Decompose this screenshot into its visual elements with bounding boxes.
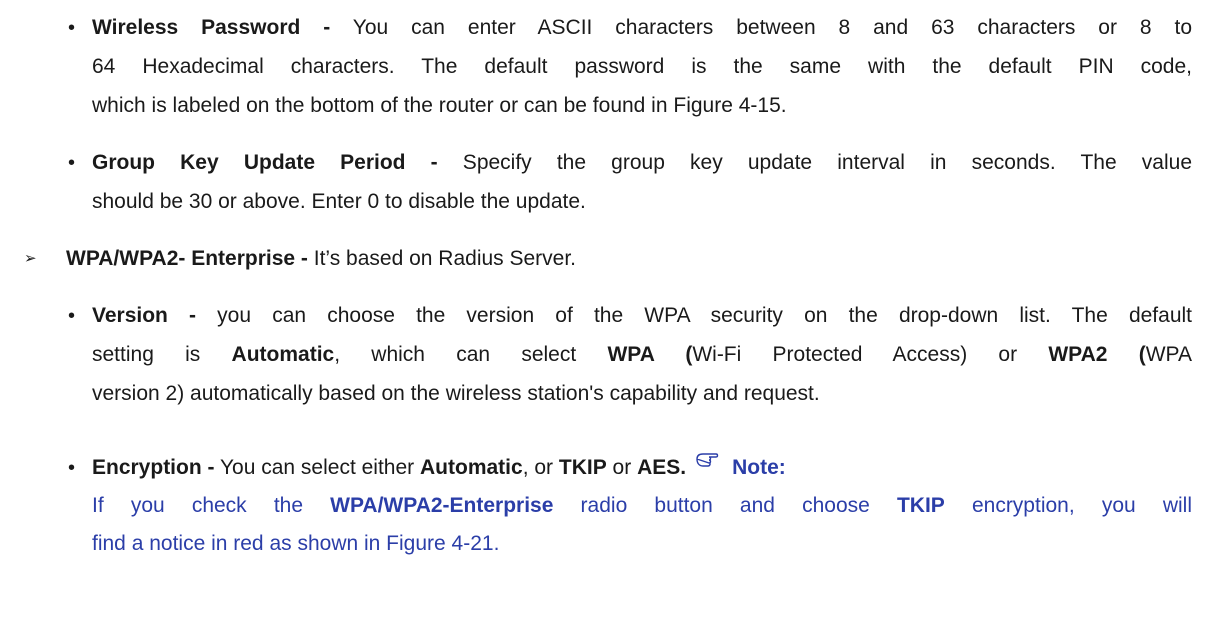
wireless-password-line2: 64 Hexadecimal characters. The default p… [92, 55, 1192, 78]
wireless-password-line1: Wireless Password - You can enter ASCII … [92, 16, 1192, 39]
note-label: Note: [732, 456, 786, 479]
bullet-dot: • [68, 305, 76, 327]
enterprise-line: WPA/WPA2- Enterprise - It’s based on Rad… [66, 247, 577, 270]
group-key-line2: should be 30 or above. Enter 0 to disabl… [92, 190, 586, 213]
version-line2: setting is Automatic, which can select W… [92, 343, 1192, 366]
group-key-line1: Group Key Update Period - Specify the gr… [92, 151, 1192, 174]
version-line3: version 2) automatically based on the wi… [92, 382, 820, 405]
bullet-dot: • [68, 457, 76, 479]
enterprise-term: WPA/WPA2- Enterprise - [66, 247, 308, 270]
encryption-line: Encryption - You can select either Autom… [92, 453, 786, 481]
arrow-bullet-icon: ➢ [24, 250, 37, 267]
note-line1: If you check the WPA/WPA2-Enterprise rad… [92, 494, 1192, 517]
encryption-term: Encryption - [92, 456, 215, 479]
wireless-password-line3: which is labeled on the bottom of the ro… [92, 94, 787, 117]
note-line2: find a notice in red as shown in Figure … [92, 532, 500, 555]
bullet-dot: • [68, 17, 76, 39]
version-term: Version - [92, 304, 197, 327]
pointing-hand-icon [696, 449, 722, 475]
version-line1: Version - you can choose the version of … [92, 304, 1193, 327]
bullet-dot: • [68, 152, 76, 174]
group-key-term: Group Key Update Period - [92, 151, 438, 174]
wireless-password-term: Wireless Password - [92, 16, 331, 39]
